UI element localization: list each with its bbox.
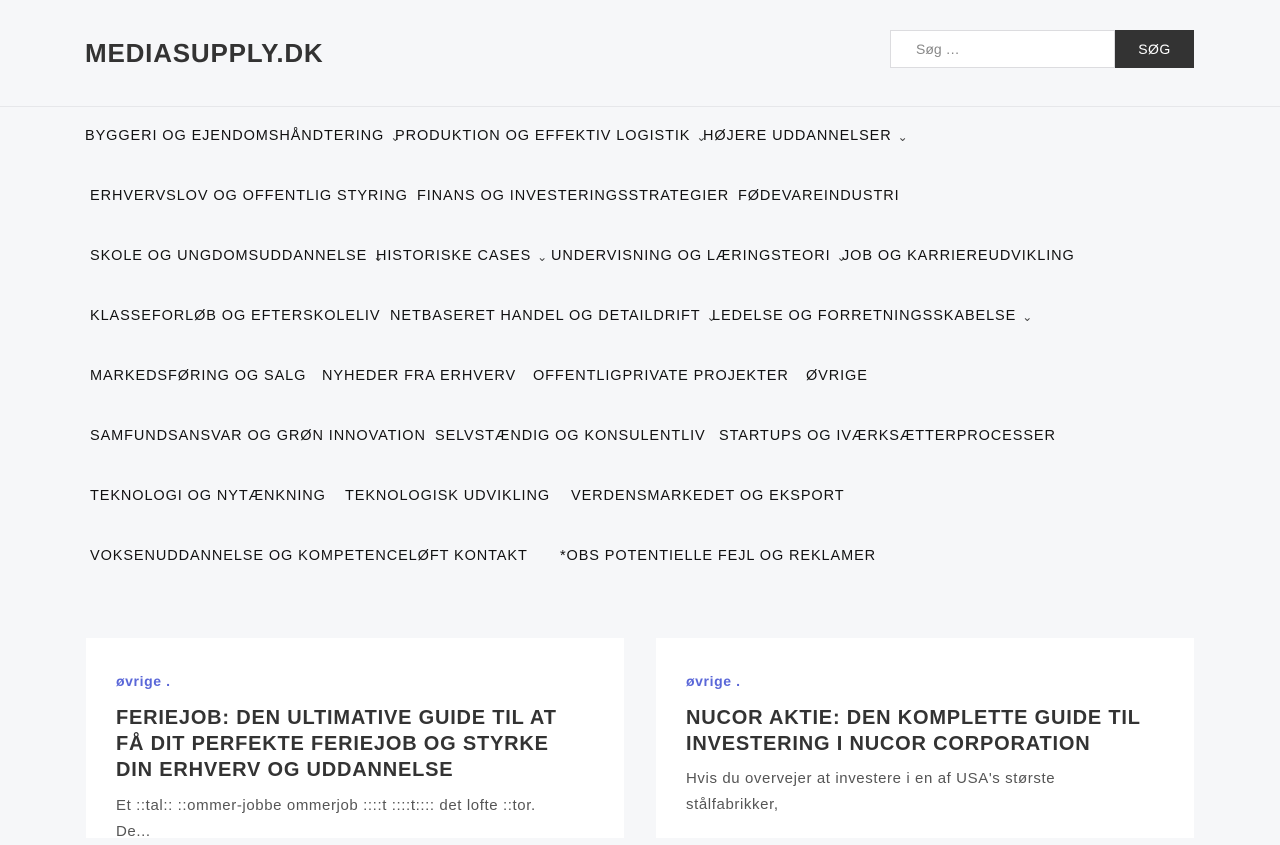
- site-title[interactable]: MEDIASUPPLY.DK: [85, 38, 324, 69]
- nav-item-label: HISTORISKE CASES: [376, 248, 532, 264]
- nav-item-markedsforing[interactable]: MARKEDSFØRING OG SALG: [90, 368, 306, 384]
- nav-item-byggeri[interactable]: BYGGERI OG EJENDOMSHÅNDTERING ⌄: [85, 128, 401, 144]
- nav-item-samfundsansvar[interactable]: SAMFUNDSANSVAR OG GRØN INNOVATION: [90, 428, 426, 444]
- nav-item-label: KLASSEFORLØB OG EFTERSKOLELIV: [90, 308, 381, 324]
- nav-item-teknologi-nytaenkning[interactable]: TEKNOLOGI OG NYTÆNKNING: [90, 488, 326, 504]
- nav-item-nyheder[interactable]: NYHEDER FRA ERHVERV: [322, 368, 516, 384]
- search-form: SØG: [890, 30, 1194, 68]
- nav-item-produktion[interactable]: PRODUKTION OG EFFEKTIV LOGISTIK ⌄: [395, 128, 707, 144]
- search-button[interactable]: SØG: [1115, 30, 1194, 68]
- nav-item-obs[interactable]: *OBS POTENTIELLE FEJL OG REKLAMER: [560, 548, 876, 564]
- chevron-down-icon: ⌄: [537, 250, 549, 264]
- nav-item-label: NYHEDER FRA ERHVERV: [322, 368, 517, 384]
- nav-item-klasseforlob[interactable]: KLASSEFORLØB OG EFTERSKOLELIV: [90, 308, 380, 324]
- nav-item-label: UNDERVISNING OG LÆRINGSTEORI: [551, 248, 831, 264]
- post-excerpt: Hvis du overvejer at investere i en af U…: [686, 770, 1056, 813]
- nav-item-teknologisk-udvikling[interactable]: TEKNOLOGISK UDVIKLING: [345, 488, 550, 504]
- nav-item-label: PRODUKTION OG EFFEKTIV LOGISTIK: [395, 128, 691, 144]
- nav-item-label: TEKNOLOGI OG NYTÆNKNING: [90, 488, 326, 504]
- nav-item-historiske-cases[interactable]: HISTORISKE CASES ⌄: [376, 248, 548, 264]
- post-excerpt: Et ::tal:: ::ommer-jobbe ommerjob ::::t …: [116, 797, 536, 840]
- nav-item-ledelse[interactable]: LEDELSE OG FORRETNINGSSKABELSE ⌄: [712, 308, 1033, 324]
- nav-item-label: STARTUPS OG IVÆRKSÆTTERPROCESSER: [719, 428, 1056, 444]
- nav-item-label: HØJERE UDDANNELSER: [703, 128, 892, 144]
- nav-item-label: ØVRIGE: [806, 368, 868, 384]
- nav-item-label: KONTAKT: [454, 548, 528, 564]
- site-header: MEDIASUPPLY.DK SØG: [0, 0, 1280, 107]
- nav-item-fodevareindustri[interactable]: FØDEVAREINDUSTRI: [738, 188, 900, 204]
- nav-item-netbaseret-handel[interactable]: NETBASERET HANDEL OG DETAILDRIFT ⌄: [390, 308, 718, 324]
- nav-item-label: FINANS OG INVESTERINGSSTRATEGIER: [417, 188, 730, 204]
- nav-item-label: SAMFUNDSANSVAR OG GRØN INNOVATION: [90, 428, 426, 444]
- post-title-link[interactable]: FERIEJOB: DEN ULTIMATIVE GUIDE TIL AT FÅ…: [116, 705, 586, 783]
- nav-item-label: TEKNOLOGISK UDVIKLING: [345, 488, 551, 504]
- post-title-link[interactable]: NUCOR AKTIE: DEN KOMPLETTE GUIDE TIL INV…: [686, 705, 1156, 757]
- nav-item-undervisning[interactable]: UNDERVISNING OG LÆRINGSTEORI ⌄: [551, 248, 848, 264]
- nav-item-erhvervslov[interactable]: ERHVERVSLOV OG OFFENTLIG STYRING: [90, 188, 408, 204]
- nav-item-selvstaendig[interactable]: SELVSTÆNDIG OG KONSULENTLIV: [435, 428, 706, 444]
- nav-item-label: BYGGERI OG EJENDOMSHÅNDTERING: [85, 128, 385, 144]
- post-category-link[interactable]: øvrige .: [116, 673, 171, 689]
- nav-item-ovrige[interactable]: ØVRIGE: [806, 368, 868, 384]
- nav-item-label: MARKEDSFØRING OG SALG: [90, 368, 307, 384]
- nav-item-verdensmarkedet[interactable]: VERDENSMARKEDET OG EKSPORT: [571, 488, 844, 504]
- post-card: øvrige . FERIEJOB: DEN ULTIMATIVE GUIDE …: [86, 638, 624, 840]
- chevron-down-icon: ⌄: [897, 130, 909, 144]
- search-input[interactable]: [890, 30, 1115, 68]
- nav-item-offentligprivate[interactable]: OFFENTLIGPRIVATE PROJEKTER: [533, 368, 789, 384]
- nav-item-label: FØDEVAREINDUSTRI: [738, 188, 900, 204]
- nav-item-job[interactable]: JOB OG KARRIEREUDVIKLING: [842, 248, 1075, 264]
- nav-item-voksenuddannelse[interactable]: VOKSENUDDANNELSE OG KOMPETENCELØFT: [90, 548, 449, 564]
- nav-item-skole[interactable]: SKOLE OG UNGDOMSUDDANNELSE ⌄: [90, 248, 384, 264]
- nav-item-label: JOB OG KARRIEREUDVIKLING: [842, 248, 1075, 264]
- nav-item-finans[interactable]: FINANS OG INVESTERINGSSTRATEGIER: [417, 188, 729, 204]
- nav-item-label: VOKSENUDDANNELSE OG KOMPETENCELØFT: [90, 548, 450, 564]
- nav-item-hojere-uddannelser[interactable]: HØJERE UDDANNELSER ⌄: [703, 128, 909, 144]
- nav-item-label: NETBASERET HANDEL OG DETAILDRIFT: [390, 308, 701, 324]
- nav-item-label: LEDELSE OG FORRETNINGSSKABELSE: [712, 308, 1017, 324]
- chevron-down-icon: ⌄: [1022, 310, 1034, 324]
- nav-item-label: SKOLE OG UNGDOMSUDDANNELSE: [90, 248, 368, 264]
- nav-item-label: OFFENTLIGPRIVATE PROJEKTER: [533, 368, 789, 384]
- nav-item-label: ERHVERVSLOV OG OFFENTLIG STYRING: [90, 188, 408, 204]
- nav-item-label: SELVSTÆNDIG OG KONSULENTLIV: [435, 428, 706, 444]
- nav-item-label: VERDENSMARKEDET OG EKSPORT: [571, 488, 845, 504]
- post-card: øvrige . NUCOR AKTIE: DEN KOMPLETTE GUID…: [656, 638, 1194, 838]
- nav-item-label: *OBS POTENTIELLE FEJL OG REKLAMER: [560, 548, 877, 564]
- nav-item-kontakt[interactable]: KONTAKT: [454, 548, 528, 564]
- post-category-link[interactable]: øvrige .: [686, 673, 741, 689]
- nav-item-startups[interactable]: STARTUPS OG IVÆRKSÆTTERPROCESSER: [719, 428, 1056, 444]
